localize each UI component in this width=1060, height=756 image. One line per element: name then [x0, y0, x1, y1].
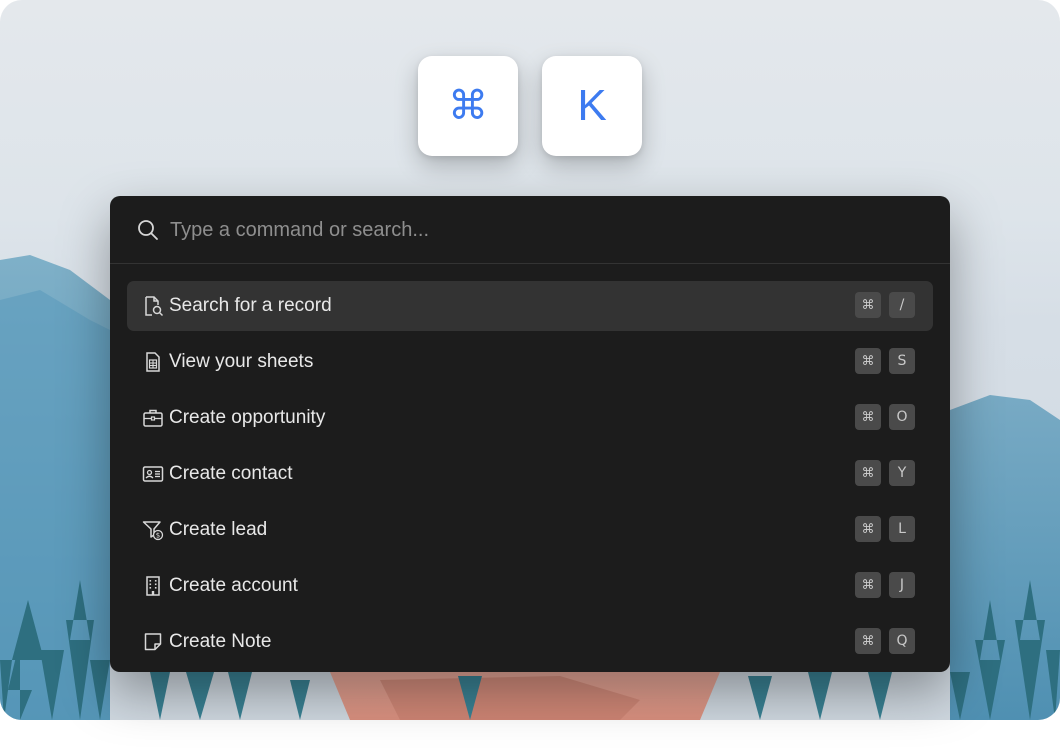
command-item-label: Create contact [169, 463, 293, 484]
shortcut-key: L [889, 516, 915, 542]
shortcut-modifier-key: ⌘ [855, 460, 881, 486]
command-item-search-record[interactable]: Search for a record ⌘ / [127, 281, 933, 331]
shortcut-modifier-key: ⌘ [855, 572, 881, 598]
svg-text:$: $ [156, 532, 160, 540]
contact-card-icon [142, 466, 164, 482]
command-search-input[interactable] [168, 214, 872, 246]
shortcut-modifier-key: ⌘ [855, 348, 881, 374]
shortcut-key: Y [889, 460, 915, 486]
k-key-label: K [577, 81, 607, 130]
shortcut-key: S [889, 348, 915, 374]
command-item-label: Search for a record [169, 295, 332, 316]
shortcut-modifier-key: ⌘ [855, 292, 881, 318]
shortcut-key: / [889, 292, 915, 318]
command-item-view-sheets[interactable]: View your sheets ⌘ S [127, 337, 933, 387]
command-item-create-note[interactable]: Create Note ⌘ Q [127, 617, 933, 667]
command-palette: Search for a record ⌘ / View your sheets… [110, 196, 950, 672]
building-icon [146, 576, 160, 596]
search-row [110, 196, 950, 264]
shortcut-modifier-key: ⌘ [855, 516, 881, 542]
command-item-label: View your sheets [169, 351, 314, 372]
shortcut-key: O [889, 404, 915, 430]
command-item-label: Create opportunity [169, 407, 326, 428]
command-item-label: Create Note [169, 631, 272, 652]
briefcase-icon [143, 409, 163, 427]
note-icon [144, 633, 162, 651]
command-item-label: Create lead [169, 519, 268, 540]
search-record-icon [145, 296, 164, 317]
shortcut-modifier-key: ⌘ [855, 628, 881, 654]
search-icon [138, 220, 158, 240]
shortcut-key: J [889, 572, 915, 598]
command-key-label: ⌘ [448, 83, 488, 129]
shortcut-modifier-key: ⌘ [855, 404, 881, 430]
sheet-icon [146, 352, 160, 372]
command-item-create-account[interactable]: Create account ⌘ J [127, 561, 933, 611]
command-item-label: Create account [169, 575, 298, 596]
command-item-create-opportunity[interactable]: Create opportunity ⌘ O [127, 393, 933, 443]
k-key: K [542, 56, 642, 156]
command-item-create-lead[interactable]: $ Create lead ⌘ L [127, 505, 933, 555]
command-item-create-contact[interactable]: Create contact ⌘ Y [127, 449, 933, 499]
shortcut-key: Q [889, 628, 915, 654]
command-key: ⌘ [418, 56, 518, 156]
funnel-dollar-icon: $ [142, 521, 164, 541]
